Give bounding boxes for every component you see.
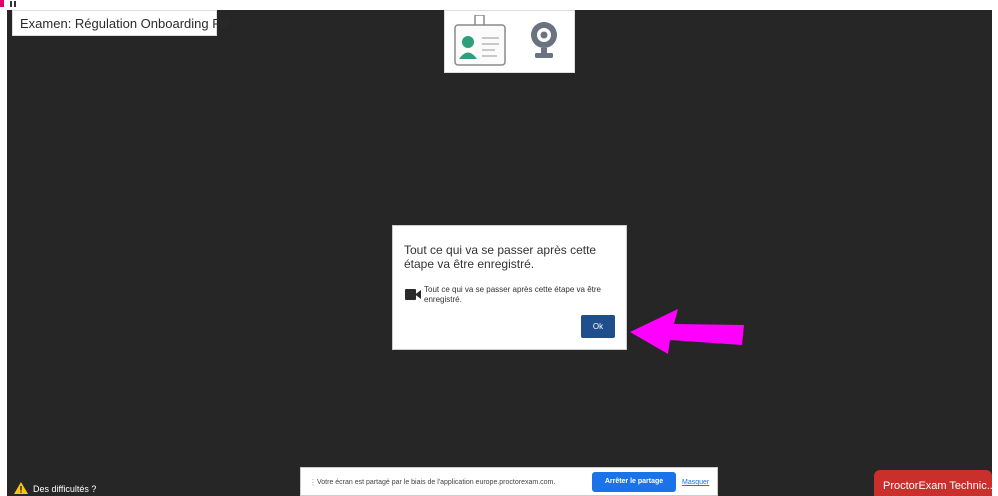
- hide-link[interactable]: Masquer: [682, 479, 709, 486]
- corner-mark-decoration: [0, 0, 16, 7]
- devices-panel: [444, 10, 575, 73]
- ok-button[interactable]: Ok: [581, 315, 615, 338]
- screen-share-bar: ⋮ Votre écran est partagé par le biais d…: [300, 467, 718, 496]
- stop-sharing-button[interactable]: Arrêter le partage: [592, 472, 676, 492]
- dialog-message: Tout ce qui va se passer après cette éta…: [424, 285, 601, 304]
- video-camera-icon: [405, 289, 421, 300]
- recording-notice-dialog: Tout ce qui va se passer après cette éta…: [392, 225, 627, 350]
- exam-title: Examen: Régulation Onboarding FR: [12, 10, 230, 36]
- annotation-arrow: [630, 309, 744, 354]
- drag-handle-icon[interactable]: ⋮: [309, 478, 317, 487]
- warning-icon: [14, 482, 28, 494]
- webcam-icon: [531, 22, 557, 58]
- id-card-icon: [454, 15, 506, 66]
- dialog-title: Tout ce qui va se passer après cette éta…: [404, 243, 597, 271]
- help-label: Des difficultés ?: [33, 484, 97, 494]
- support-chat-tab[interactable]: ProctorExam Technic...: [874, 470, 992, 496]
- share-message: Votre écran est partagé par le biais de …: [317, 479, 556, 486]
- help-button[interactable]: Des difficultés ?: [7, 480, 107, 496]
